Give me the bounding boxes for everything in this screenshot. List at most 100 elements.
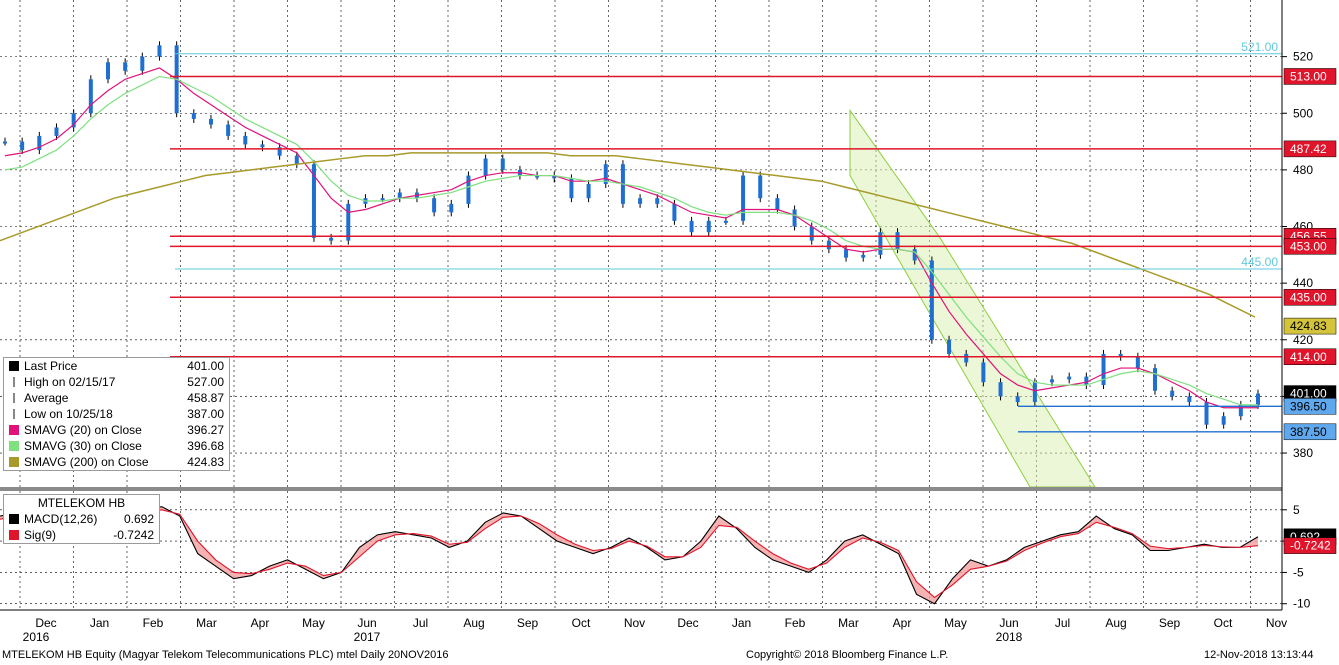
price-y-tick-label: 480 — [1293, 163, 1313, 177]
price-candle — [586, 184, 591, 199]
legend-title: MTELEKOM HB — [37, 496, 126, 510]
level-label: 445.00 — [1241, 255, 1278, 269]
macd-legend[interactable]: MTELEKOM HB MACD(12,26) 0.692 Sig(9) -0.7242 — [3, 494, 160, 544]
x-tick-label: Sep — [517, 616, 539, 630]
price-candle — [689, 220, 694, 233]
x-year-label: 2017 — [354, 630, 381, 644]
x-year-label: 2018 — [996, 630, 1023, 644]
price-candle — [1050, 379, 1055, 383]
x-tick-label: Sep — [1159, 616, 1181, 630]
legend-entry: SMAVG (20) on Close 396.27 — [4, 422, 229, 438]
legend-value: 387.00 — [187, 407, 224, 421]
price-candle — [1032, 382, 1037, 403]
level-box-label: 387.50 — [1290, 425, 1327, 439]
price-candle — [191, 113, 196, 119]
legend-value: 396.68 — [187, 439, 224, 453]
legend-label: Last Price — [24, 359, 78, 373]
price-candle — [1204, 402, 1209, 425]
macd-y-tick-label: 5 — [1293, 503, 1300, 517]
price-candle — [208, 118, 213, 125]
price-candle — [981, 362, 986, 383]
panel-separator[interactable] — [0, 487, 1282, 491]
legend-value: 0.692 — [123, 512, 154, 526]
price-y-tick-label: 520 — [1293, 50, 1313, 64]
price-candle — [105, 62, 110, 80]
x-tick-label: Dec — [677, 616, 698, 630]
price-candle — [706, 220, 711, 233]
price-candle — [758, 175, 763, 199]
legend-value: -0.7242 — [113, 528, 154, 542]
price-candle — [1187, 396, 1192, 403]
legend-label: Low on 10/25/18 — [24, 407, 113, 421]
legend-entry: SMAVG (30) on Close 396.68 — [4, 438, 229, 454]
price-candle — [1015, 396, 1020, 403]
footer-left: MTELEKOM HB Equity (Magyar Telekom Telec… — [2, 649, 449, 661]
legend-entry: SMAVG (200) on Close 424.83 — [4, 454, 229, 470]
legend-value: 424.83 — [187, 455, 224, 469]
footer-copyright: Copyright© 2018 Bloomberg Finance L.P. — [746, 649, 949, 661]
macd-value-label: -0.7242 — [1290, 539, 1331, 553]
price-candle — [809, 226, 814, 241]
x-tick-label: Jan — [732, 616, 751, 630]
legend-swatch — [13, 393, 15, 403]
price-candle — [294, 155, 299, 165]
legend-label: MACD(12,26) — [24, 512, 98, 526]
price-y-tick-label: 440 — [1293, 276, 1313, 290]
legend-swatch — [9, 457, 19, 467]
price-candle — [672, 203, 677, 221]
x-tick-label: May — [944, 616, 967, 630]
x-tick-label: May — [302, 616, 325, 630]
x-tick-label: Apr — [893, 616, 912, 630]
x-tick-label: Nov — [624, 616, 645, 630]
legend-entry: MACD(12,26) 0.692 — [4, 511, 159, 527]
price-candle — [157, 45, 162, 57]
legend-entry: Sig(9) -0.7242 — [4, 527, 159, 543]
price-candle — [500, 158, 505, 170]
macd-y-tick-label: -5 — [1293, 565, 1304, 579]
price-y-tick-label: 420 — [1293, 333, 1313, 347]
footer-timestamp: 12-Nov-2018 13:13:44 — [1204, 649, 1314, 661]
level-box-label: 513.00 — [1290, 69, 1327, 83]
price-candle — [3, 141, 7, 144]
price-candle — [54, 127, 59, 136]
x-tick-label: Jun — [357, 616, 376, 630]
level-label: 521.00 — [1241, 40, 1278, 54]
price-candle — [826, 240, 831, 250]
price-candle — [123, 62, 128, 71]
price-candle — [1084, 376, 1089, 386]
x-tick-label: Mar — [838, 616, 859, 630]
price-candle — [861, 254, 866, 258]
x-tick-label: Dec — [35, 616, 56, 630]
legend-value: 458.87 — [187, 391, 224, 405]
legend-swatch — [9, 530, 19, 540]
legend-entry: Last Price 401.00 — [4, 358, 229, 374]
level-box-label: 396.50 — [1290, 399, 1327, 413]
legend-label: Sig(9) — [24, 528, 57, 542]
price-candle — [964, 353, 969, 363]
legend-label: SMAVG (200) on Close — [24, 455, 149, 469]
price-candle — [432, 198, 437, 213]
legend-swatch — [9, 514, 19, 524]
legend-swatch — [13, 409, 15, 419]
price-candle — [1135, 356, 1140, 369]
price-legend[interactable]: Last Price 401.00 High on 02/15/17 527.00 Av… — [3, 357, 230, 471]
price-candle — [466, 175, 471, 204]
price-candle — [1170, 390, 1175, 397]
price-candle — [226, 124, 231, 136]
chart-canvas: 380400420440460480500520521.00513.00487.… — [0, 0, 1339, 665]
price-candle — [947, 339, 952, 354]
level-box-label: 414.00 — [1290, 350, 1327, 364]
price-candle — [1067, 376, 1072, 380]
legend-label: High on 02/15/17 — [24, 375, 116, 389]
x-year-label: 2016 — [23, 630, 50, 644]
price-candle — [723, 220, 728, 223]
price-candle — [655, 198, 660, 204]
price-candle — [346, 203, 351, 241]
price-candle — [792, 209, 797, 227]
x-tick-label: Jan — [90, 616, 109, 630]
legend-label: Average — [24, 391, 69, 405]
legend-label: SMAVG (30) on Close — [24, 439, 142, 453]
price-candle — [483, 158, 488, 176]
x-tick-label: Oct — [572, 616, 591, 630]
price-candle — [638, 198, 643, 204]
